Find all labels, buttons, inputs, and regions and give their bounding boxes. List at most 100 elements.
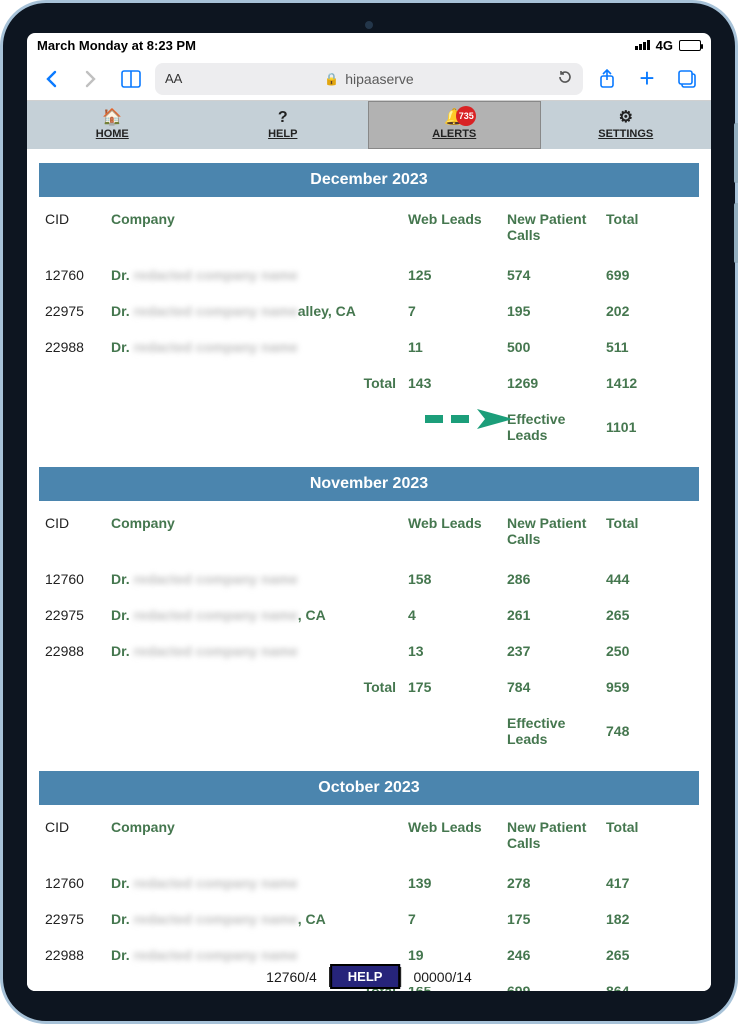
share-button[interactable] — [591, 63, 623, 95]
refresh-button[interactable] — [557, 69, 573, 88]
alerts-badge: 735 — [456, 106, 476, 126]
month-header: November 2023 — [39, 467, 699, 501]
cell-web: 139 — [402, 865, 501, 901]
content-area[interactable]: December 2023 CID Company Web Leads New … — [27, 149, 711, 991]
cell-web: 7 — [402, 901, 501, 937]
cell-company: Dr. redacted company name — [105, 865, 402, 901]
cell-total: 265 — [600, 937, 699, 973]
gear-icon: ⚙ — [619, 110, 633, 126]
bookmarks-button[interactable] — [115, 63, 147, 95]
cell-calls: 261 — [501, 597, 600, 633]
cell-calls: 195 — [501, 293, 600, 329]
cell-total: 182 — [600, 901, 699, 937]
cell-cid: 12760 — [39, 865, 105, 901]
table-row[interactable]: 22975 Dr. redacted company namealley, CA… — [39, 293, 699, 329]
table-row[interactable]: 22975 Dr. redacted company name, CA 4 26… — [39, 597, 699, 633]
url-bar[interactable]: AA 🔒 hipaaserve — [155, 63, 583, 95]
arrow-icon — [423, 409, 513, 429]
cell-company: Dr. redacted company name — [105, 329, 402, 365]
totals-row: Total 175784959 — [39, 669, 699, 705]
col-total: Total — [600, 197, 699, 257]
col-total: Total — [600, 805, 699, 865]
cell-total: 417 — [600, 865, 699, 901]
month-block: November 2023 CID Company Web Leads New … — [39, 467, 699, 757]
effective-row: Effective Leads 1101 — [39, 401, 699, 453]
footer-help-button[interactable]: HELP — [330, 964, 401, 989]
footer-left: 12760/4 — [254, 967, 330, 987]
table-row[interactable]: 12760 Dr. redacted company name 125 574 … — [39, 257, 699, 293]
table-row[interactable]: 22988 Dr. redacted company name 11 500 5… — [39, 329, 699, 365]
new-tab-button[interactable]: + — [631, 63, 663, 95]
back-button[interactable] — [35, 63, 67, 95]
lock-icon: 🔒 — [324, 72, 339, 86]
cell-company: Dr. redacted company name — [105, 633, 402, 669]
totals-row: Total 14312691412 — [39, 365, 699, 401]
help-icon: ? — [278, 110, 288, 126]
cell-total: 511 — [600, 329, 699, 365]
month-header: October 2023 — [39, 771, 699, 805]
cell-total: 202 — [600, 293, 699, 329]
cell-calls: 175 — [501, 901, 600, 937]
url-text: hipaaserve — [345, 71, 414, 87]
nav-home[interactable]: 🏠 HOME — [27, 101, 198, 149]
table-row[interactable]: 22988 Dr. redacted company name 13 237 2… — [39, 633, 699, 669]
footer-bar: 12760/4 HELP 00000/14 — [254, 964, 484, 989]
cell-web: 4 — [402, 597, 501, 633]
nav-help[interactable]: ? HELP — [198, 101, 369, 149]
cell-cid: 22988 — [39, 633, 105, 669]
table-row[interactable]: 22975 Dr. redacted company name, CA 7 17… — [39, 901, 699, 937]
col-company: Company — [105, 805, 402, 865]
network-label: 4G — [656, 38, 673, 53]
cell-web: 13 — [402, 633, 501, 669]
cell-company: Dr. redacted company name — [105, 561, 402, 597]
leads-table: CID Company Web Leads New Patient Calls … — [39, 197, 699, 453]
cell-total: 444 — [600, 561, 699, 597]
col-company: Company — [105, 501, 402, 561]
leads-table: CID Company Web Leads New Patient Calls … — [39, 501, 699, 757]
cell-web: 125 — [402, 257, 501, 293]
effective-row: Effective Leads 748 — [39, 705, 699, 757]
app-nav: 🏠 HOME ? HELP 🔔 735 ALERTS ⚙ SETTINGS — [27, 101, 711, 149]
cell-total: 699 — [600, 257, 699, 293]
signal-bars-icon — [635, 40, 650, 50]
table-row[interactable]: 12760 Dr. redacted company name 158 286 … — [39, 561, 699, 597]
col-cid: CID — [39, 197, 105, 257]
month-header: December 2023 — [39, 163, 699, 197]
cell-cid: 22975 — [39, 597, 105, 633]
cell-company: Dr. redacted company name, CA — [105, 597, 402, 633]
col-total: Total — [600, 501, 699, 561]
cell-company: Dr. redacted company name, CA — [105, 901, 402, 937]
cell-cid: 12760 — [39, 257, 105, 293]
col-web: Web Leads — [402, 501, 501, 561]
status-bar: March Monday at 8:23 PM 4G — [27, 33, 711, 57]
cell-cid: 22975 — [39, 293, 105, 329]
tabs-button[interactable] — [671, 63, 703, 95]
col-cid: CID — [39, 501, 105, 561]
cell-cid: 22988 — [39, 937, 105, 973]
status-right: 4G — [635, 38, 701, 53]
text-size-button[interactable]: AA — [165, 71, 182, 86]
footer-right: 00000/14 — [400, 967, 483, 987]
forward-button[interactable] — [75, 63, 107, 95]
month-block: October 2023 CID Company Web Leads New P… — [39, 771, 699, 991]
nav-settings[interactable]: ⚙ SETTINGS — [541, 101, 712, 149]
cell-calls: 574 — [501, 257, 600, 293]
cell-cid: 22975 — [39, 901, 105, 937]
cell-calls: 278 — [501, 865, 600, 901]
browser-toolbar: AA 🔒 hipaaserve + — [27, 57, 711, 101]
cell-total: 250 — [600, 633, 699, 669]
cell-web: 7 — [402, 293, 501, 329]
col-calls: New Patient Calls — [501, 805, 600, 865]
table-row[interactable]: 12760 Dr. redacted company name 139 278 … — [39, 865, 699, 901]
home-icon: 🏠 — [102, 110, 122, 126]
cell-web: 11 — [402, 329, 501, 365]
status-time: March Monday at 8:23 PM — [37, 38, 196, 53]
cell-company: Dr. redacted company name — [105, 257, 402, 293]
nav-alerts[interactable]: 🔔 735 ALERTS — [368, 101, 541, 149]
col-web: Web Leads — [402, 197, 501, 257]
col-web: Web Leads — [402, 805, 501, 865]
cell-calls: 237 — [501, 633, 600, 669]
col-company: Company — [105, 197, 402, 257]
cell-calls: 286 — [501, 561, 600, 597]
cell-cid: 12760 — [39, 561, 105, 597]
